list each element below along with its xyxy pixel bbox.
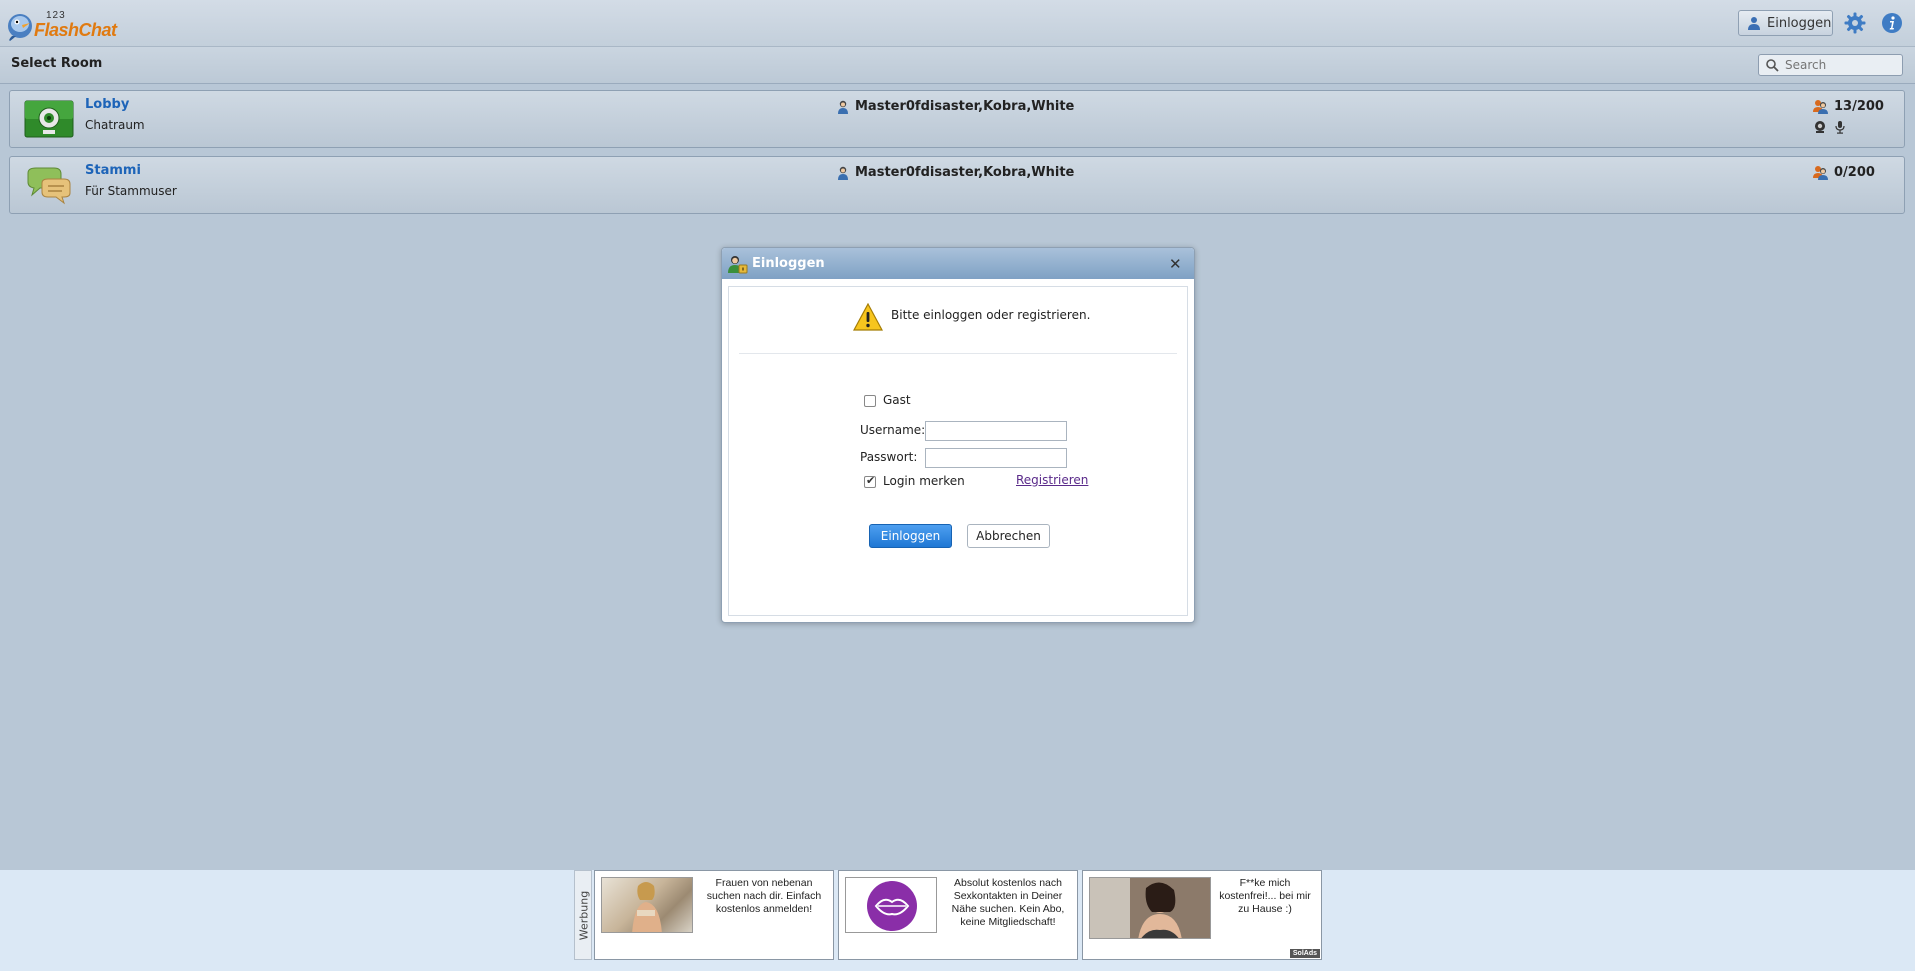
info-icon[interactable] (1881, 12, 1903, 34)
microphone-icon (1835, 121, 1845, 134)
ad-label: Werbung (574, 870, 592, 960)
username-label: Username: (860, 423, 926, 437)
room-user-count: 13/200 (1813, 99, 1884, 114)
ad-label-text: Werbung (577, 890, 591, 941)
dialog-title-bar[interactable]: Einloggen ✕ (722, 248, 1194, 279)
cancel-button[interactable]: Abbrechen (967, 524, 1050, 548)
chat-bubbles-icon (27, 167, 71, 205)
ad-image (845, 877, 937, 933)
room-users-text: Master0fdisaster,Kobra,White (855, 99, 1075, 114)
remember-login-label: Login merken (883, 474, 965, 488)
room-count-text: 0/200 (1834, 165, 1875, 180)
dialog-message: Bitte einloggen oder registrieren. (891, 308, 1091, 322)
room-user-count: 0/200 (1813, 165, 1875, 180)
logo-text: FlashChat (34, 20, 117, 40)
password-input[interactable] (926, 451, 1066, 469)
ad-item[interactable]: F**ke mich kostenfrei!... bei mir zu Hau… (1082, 870, 1322, 960)
room-user-list: Master0fdisaster,Kobra,White (837, 99, 1074, 114)
solads-badge[interactable]: SolAds (1289, 949, 1320, 958)
gear-icon[interactable] (1844, 12, 1866, 34)
room-media-icons (1813, 120, 1847, 134)
ad-image (601, 877, 693, 933)
ad-photo-icon (632, 882, 662, 932)
ad-item[interactable]: Frauen von nebenan suchen nach dir. Einf… (594, 870, 834, 960)
dialog-title: Einloggen (752, 256, 825, 271)
close-icon[interactable]: ✕ (1169, 255, 1182, 273)
guest-checkbox[interactable] (864, 395, 876, 407)
room-count-text: 13/200 (1834, 99, 1884, 114)
room-header-bar: Select Room (0, 47, 1915, 84)
ad-text: F**ke mich kostenfrei!... bei mir zu Hau… (1219, 877, 1311, 915)
app-logo[interactable]: 123 FlashChat (6, 6, 117, 42)
password-field[interactable] (925, 448, 1067, 469)
user-icon (838, 166, 848, 180)
search-icon (1766, 59, 1779, 72)
users-icon (1813, 166, 1828, 180)
webcam-room-icon (24, 100, 74, 138)
search-input[interactable] (1785, 57, 1895, 73)
ad-item[interactable]: Absolut kostenlos nach Sexkontakten in D… (838, 870, 1078, 960)
page-title: Select Room (11, 56, 103, 71)
ad-bar: Werbung Frauen von nebenan suchen nach d… (0, 870, 1915, 971)
room-item-lobby[interactable]: Lobby Chatraum Master0fdisaster,Kobra,Wh… (9, 90, 1905, 148)
login-dialog: Einloggen ✕ Bitte einloggen oder registr… (721, 247, 1195, 623)
guest-label: Gast (883, 393, 911, 407)
ad-text: Frauen von nebenan suchen nach dir. Einf… (706, 877, 822, 915)
password-label: Passwort: (860, 450, 918, 464)
room-name[interactable]: Lobby (85, 97, 129, 112)
webcam-icon (1815, 121, 1825, 133)
lips-icon (867, 881, 917, 931)
login-button[interactable]: Einloggen (869, 524, 952, 548)
search-box[interactable] (1758, 54, 1903, 76)
username-field[interactable] (925, 421, 1067, 442)
room-users-text: Master0fdisaster,Kobra,White (855, 165, 1075, 180)
remember-login-checkbox[interactable] (864, 474, 876, 488)
ad-image (1089, 877, 1211, 939)
login-button-top[interactable]: Einloggen (1738, 10, 1833, 36)
divider (739, 353, 1177, 354)
ad-text: Absolut kostenlos nach Sexkontakten in D… (951, 877, 1065, 928)
room-name[interactable]: Stammi (85, 163, 141, 178)
users-icon (1813, 100, 1828, 114)
ad-photo-icon (1090, 878, 1210, 938)
room-user-list: Master0fdisaster,Kobra,White (837, 165, 1074, 180)
dialog-body: Bitte einloggen oder registrieren. Gast … (728, 286, 1188, 616)
login-user-icon (728, 256, 748, 274)
user-icon (838, 100, 848, 114)
username-input[interactable] (926, 424, 1066, 442)
room-item-stammi[interactable]: Stammi Für Stammuser Master0fdisaster,Ko… (9, 156, 1905, 214)
warning-icon (853, 303, 883, 331)
user-icon (1748, 17, 1760, 30)
top-bar: 123 FlashChat Einloggen (0, 0, 1915, 47)
bird-logo-icon (8, 14, 32, 41)
register-link[interactable]: Registrieren (1016, 473, 1088, 487)
login-button-top-label: Einloggen (1767, 15, 1832, 31)
room-description: Chatraum (85, 118, 145, 132)
room-description: Für Stammuser (85, 184, 177, 198)
